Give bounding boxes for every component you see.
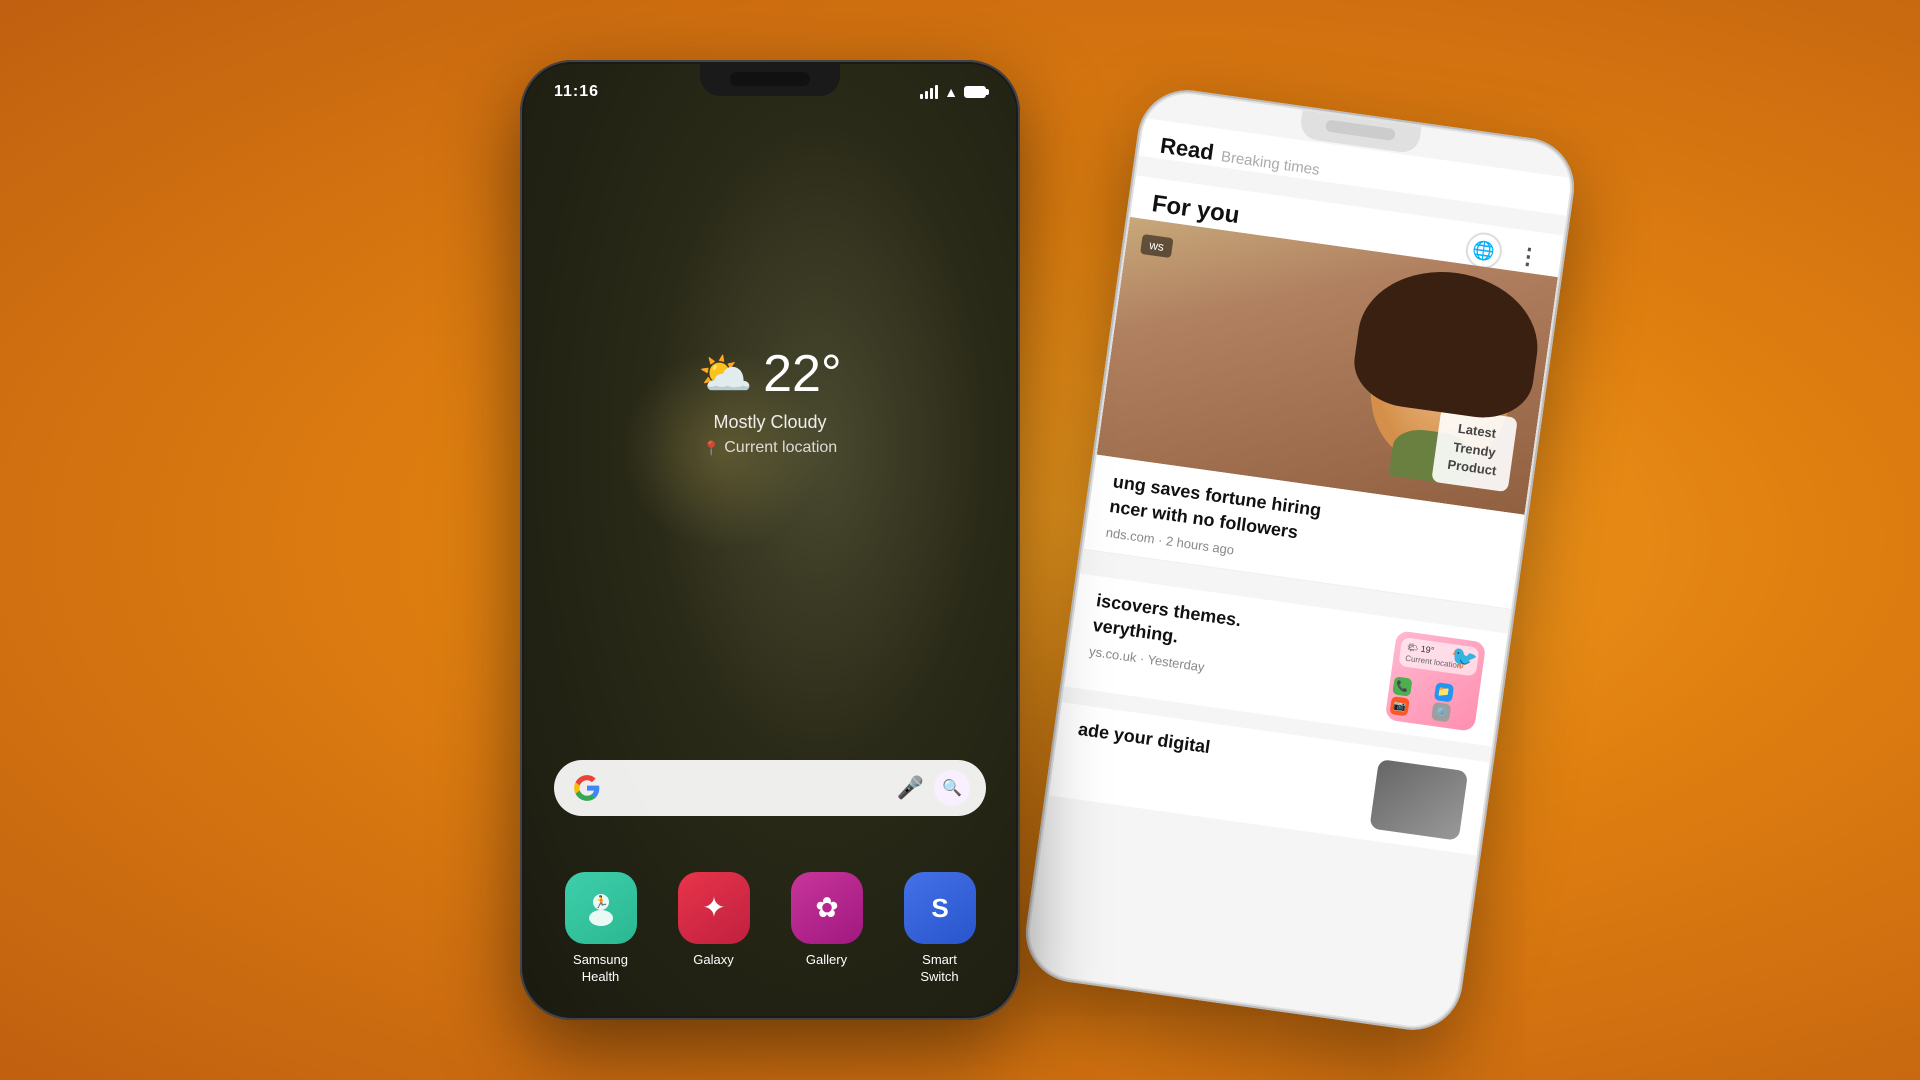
weather-icon: ⛅ — [698, 348, 753, 400]
mini-bird-icon: 🐦 — [1449, 644, 1480, 674]
google-logo — [570, 771, 604, 805]
wifi-icon: ▲ — [944, 84, 958, 100]
article2-text: iscovers themes.verything. ys.co.uk · Ye… — [1088, 588, 1385, 699]
mini-settings-icon: ⚙️ — [1431, 702, 1451, 722]
search-lens-icon[interactable]: 🔍 — [934, 770, 970, 806]
phone2-app-subtitle: Breaking times — [1220, 148, 1321, 179]
location-pin-icon: 📍 — [703, 440, 720, 457]
news-badge: ws — [1140, 234, 1173, 258]
phone2: Read Breaking times For you 🌐 ⋮ — [1020, 84, 1581, 1036]
phones-container: Read Breaking times For you 🌐 ⋮ — [460, 50, 1460, 1030]
article3-text: ade your digital — [1076, 717, 1368, 788]
svg-text:✿: ✿ — [815, 892, 838, 923]
phone2-wrapper: Read Breaking times For you 🌐 ⋮ — [1020, 84, 1581, 1036]
news-overlay-label: LatestTrendyProduct — [1431, 408, 1518, 493]
phone2-screen: Read Breaking times For you 🌐 ⋮ — [1024, 88, 1576, 1031]
gallery-label: Gallery — [806, 952, 847, 969]
phone2-app-title: Read — [1159, 133, 1216, 166]
article3-headline: ade your digital — [1077, 717, 1368, 782]
samsung-health-label: SamsungHealth — [573, 952, 628, 986]
article3-thumbnail — [1369, 759, 1468, 841]
search-bar[interactable]: 🎤 🔍 — [554, 760, 986, 816]
svg-text:🏃: 🏃 — [593, 895, 608, 909]
app-item-gallery[interactable]: ✿ Gallery — [777, 872, 877, 986]
search-mic-icon[interactable]: 🎤 — [897, 775, 924, 801]
svg-text:✦: ✦ — [702, 892, 725, 923]
phone1: 11:16 ▲ ⛅ 22° Mostly Cloudy — [520, 60, 1020, 1020]
app-dock: 🏃 SamsungHealth ✦ Galaxy — [524, 872, 1016, 986]
weather-description: Mostly Cloudy — [620, 412, 920, 433]
app-item-galaxy-themes[interactable]: ✦ Galaxy — [664, 872, 764, 986]
phone1-status-time: 11:16 — [554, 83, 599, 101]
weather-location: 📍 Current location — [620, 439, 920, 457]
battery-icon — [964, 86, 986, 98]
mini-folder-icon: 📁 — [1434, 682, 1454, 702]
smart-switch-icon: S — [904, 872, 976, 944]
smart-switch-label: SmartSwitch — [920, 952, 958, 986]
phone1-screen: 11:16 ▲ ⛅ 22° Mostly Cloudy — [524, 64, 1016, 1016]
mini-camera-icon: 📷 — [1389, 696, 1409, 716]
weather-widget: ⛅ 22° Mostly Cloudy 📍 Current location — [620, 344, 920, 457]
galaxy-themes-icon: ✦ — [678, 872, 750, 944]
mini-apps-grid: 📞 📁 📷 ⚙️ — [1389, 676, 1475, 725]
gallery-icon: ✿ — [791, 872, 863, 944]
samsung-health-icon: 🏃 — [565, 872, 637, 944]
galaxy-themes-label: Galaxy — [693, 952, 733, 969]
mini-phone-icon: 📞 — [1392, 676, 1412, 696]
app-item-samsung-health[interactable]: 🏃 SamsungHealth — [551, 872, 651, 986]
app-item-smart-switch[interactable]: S SmartSwitch — [890, 872, 990, 986]
article2-thumbnail: 🌤 19° Current location 🐦 📞 📁 📷 ⚙️ — [1385, 630, 1487, 732]
weather-temperature: 22° — [763, 344, 842, 404]
signal-bars-icon — [920, 85, 938, 99]
svg-text:S: S — [931, 893, 948, 923]
more-options-icon[interactable]: ⋮ — [1516, 242, 1542, 271]
phone1-notch — [700, 64, 840, 96]
phone1-status-icons: ▲ — [920, 84, 986, 100]
